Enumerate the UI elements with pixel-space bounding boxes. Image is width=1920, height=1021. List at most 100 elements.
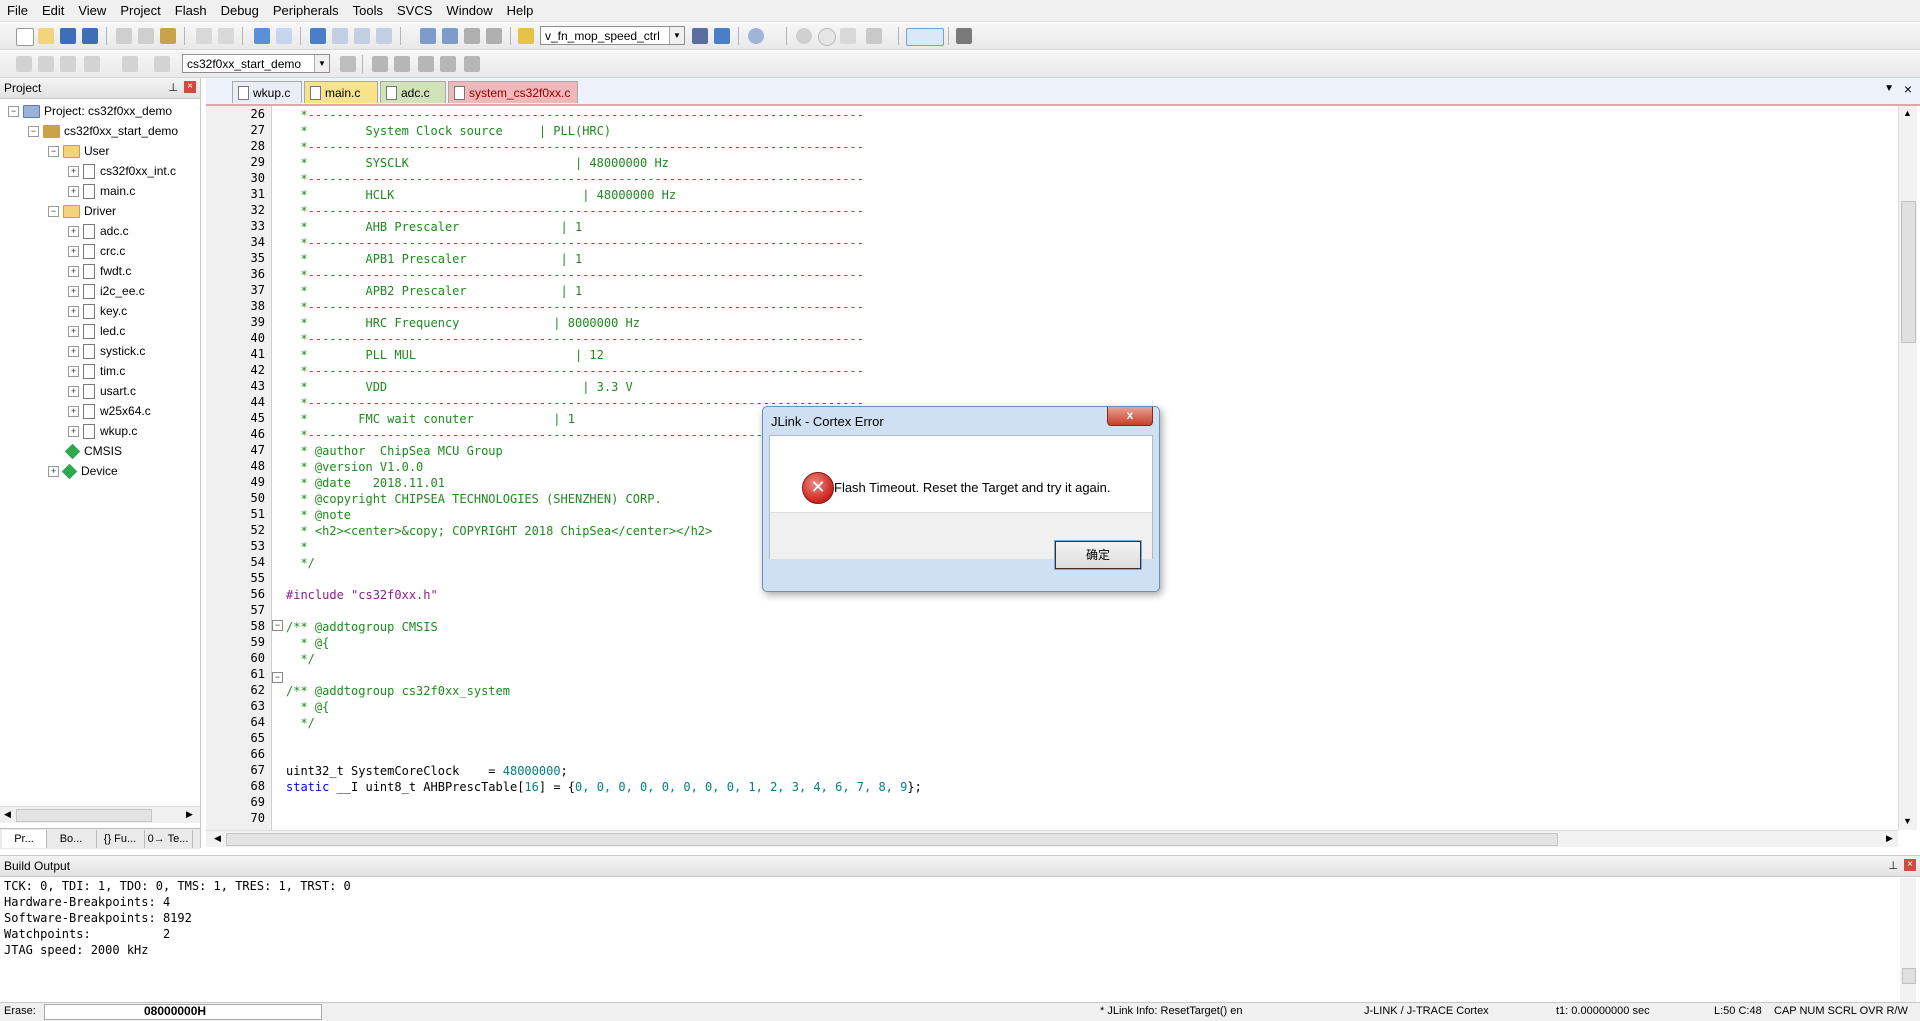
menu-item[interactable]: Edit [35, 0, 71, 21]
build-output-text[interactable]: TCK: 0, TDI: 1, TDO: 0, TMS: 1, TRES: 1,… [0, 877, 1920, 997]
tools-icon[interactable] [866, 28, 882, 44]
menu-item[interactable]: Help [500, 0, 541, 21]
tab-adc-c[interactable]: adc.c [380, 81, 446, 103]
menu-item[interactable]: Flash [168, 0, 214, 21]
close-icon[interactable]: × [184, 81, 196, 93]
panel-tab[interactable]: 0→ Te... [144, 830, 193, 848]
expand-icon[interactable]: + [68, 426, 79, 438]
undo-icon[interactable] [196, 28, 212, 44]
tree-item-file[interactable]: + systick.c [68, 343, 145, 360]
pin-icon[interactable]: ⊥ [168, 78, 178, 98]
cut-icon[interactable] [116, 28, 132, 44]
tree-item-file[interactable]: + w25x64.c [68, 403, 151, 420]
comment-icon[interactable] [464, 28, 480, 44]
expand-icon[interactable]: + [68, 266, 79, 278]
translate-icon[interactable] [16, 56, 32, 72]
scroll-thumb[interactable] [1902, 968, 1916, 984]
build-icon[interactable] [38, 56, 54, 72]
breakpoint-icon[interactable] [796, 28, 812, 44]
scroll-left-icon[interactable]: ◀ [4, 809, 11, 820]
scroll-right-icon[interactable]: ▶ [186, 809, 193, 820]
tree-item-target[interactable]: − cs32f0xx_start_demo [28, 123, 178, 139]
editor-vscroll[interactable]: ▲ ▼ [1898, 106, 1917, 830]
window-layout-icon[interactable] [906, 28, 944, 46]
file-extensions-icon[interactable] [372, 56, 388, 72]
incremental-find-icon[interactable] [714, 28, 730, 44]
scroll-thumb[interactable] [16, 809, 152, 822]
tree-item-file[interactable]: + key.c [68, 303, 127, 320]
tree-item-file[interactable]: + adc.c [68, 223, 129, 240]
find-icon[interactable] [692, 28, 708, 44]
ok-button[interactable]: 确定 [1054, 540, 1142, 570]
scroll-left-icon[interactable]: ◀ [214, 833, 221, 844]
stop-build-icon[interactable] [122, 56, 138, 72]
output-vscroll[interactable] [1900, 878, 1916, 1002]
target-combo[interactable]: cs32f0xx_start_demo ▼ [182, 54, 330, 73]
collapse-icon[interactable]: − [28, 126, 39, 138]
rebuild-icon[interactable] [60, 56, 76, 72]
unindent-icon[interactable] [442, 28, 458, 44]
back-arrow-icon[interactable] [254, 28, 270, 44]
tree-item-file[interactable]: + usart.c [68, 383, 136, 400]
menu-item[interactable]: Debug [214, 0, 266, 21]
breakpoint-disable-icon[interactable] [818, 28, 836, 46]
expand-icon[interactable]: + [48, 466, 59, 478]
fold-toggle[interactable]: − [272, 620, 283, 631]
tree-item-file[interactable]: + main.c [68, 183, 135, 200]
menu-item[interactable]: View [71, 0, 113, 21]
fold-toggle[interactable]: − [272, 672, 283, 683]
menu-item[interactable]: File [0, 0, 35, 21]
panel-tab[interactable]: Pr... [2, 830, 47, 848]
tree-item-file[interactable]: + tim.c [68, 363, 125, 380]
collapse-icon[interactable]: − [48, 146, 59, 158]
pin-icon[interactable]: ⊥ [1888, 856, 1898, 876]
redo-icon[interactable] [218, 28, 234, 44]
panel-tab[interactable]: Bo... [46, 830, 97, 848]
collapse-icon[interactable]: − [8, 106, 19, 118]
scroll-down-icon[interactable]: ▼ [1903, 816, 1912, 826]
download-icon[interactable] [154, 56, 170, 72]
chevron-down-icon[interactable]: ▼ [314, 55, 329, 72]
save-icon[interactable] [60, 28, 76, 44]
tree-item-component[interactable]: + Device [48, 463, 118, 480]
bookmark-icon[interactable] [310, 28, 326, 44]
expand-icon[interactable]: + [68, 406, 79, 418]
expand-icon[interactable]: + [68, 306, 79, 318]
tree-item-group[interactable]: − User [48, 143, 109, 159]
wrench-icon[interactable] [956, 28, 972, 44]
chevron-down-icon[interactable]: ▼ [669, 27, 684, 44]
rte-icon[interactable] [464, 56, 480, 72]
tree-item-project[interactable]: − Project: cs32f0xx_demo [8, 103, 172, 119]
prev-bookmark-icon[interactable] [332, 28, 348, 44]
clear-bookmarks-icon[interactable] [376, 28, 392, 44]
menu-item[interactable]: Peripherals [266, 0, 346, 21]
project-hscroll[interactable]: ◀ ▶ [0, 806, 200, 823]
menu-item[interactable]: Tools [346, 0, 390, 21]
scroll-up-icon[interactable]: ▲ [1903, 108, 1912, 118]
scroll-right-icon[interactable]: ▶ [1886, 833, 1893, 844]
tree-item-file[interactable]: + i2c_ee.c [68, 283, 145, 300]
function-combo[interactable]: v_fn_mop_speed_ctrl ▼ [540, 26, 685, 45]
next-bookmark-icon[interactable] [354, 28, 370, 44]
dialog-close-button[interactable]: x [1107, 407, 1153, 426]
copy-icon[interactable] [138, 28, 154, 44]
target-options-icon[interactable] [340, 56, 356, 72]
menu-item[interactable]: SVCS [390, 0, 439, 21]
batch-build-icon[interactable] [84, 56, 100, 72]
tree-item-file[interactable]: + crc.c [68, 243, 125, 260]
tab-list-icon[interactable]: ▼ [1884, 83, 1894, 94]
expand-icon[interactable]: + [68, 326, 79, 338]
tree-item-component[interactable]: CMSIS [64, 443, 122, 460]
tab-wkup-c[interactable]: wkup.c [232, 81, 302, 103]
editor-hscroll[interactable]: ◀ ▶ [206, 830, 1898, 847]
panel-tab[interactable]: {} Fu... [96, 830, 145, 848]
tree-item-file[interactable]: + cs32f0xx_int.c [68, 163, 176, 180]
find-in-files-icon[interactable] [518, 28, 534, 44]
debug-zoom-icon[interactable] [748, 28, 764, 44]
scroll-thumb[interactable] [1901, 201, 1916, 343]
tree-item-group[interactable]: − Driver [48, 203, 116, 219]
manage-components-icon[interactable] [394, 56, 410, 72]
close-icon[interactable]: × [1904, 81, 1912, 97]
menu-item[interactable]: Project [113, 0, 167, 21]
tree-item-file[interactable]: + wkup.c [68, 423, 137, 440]
